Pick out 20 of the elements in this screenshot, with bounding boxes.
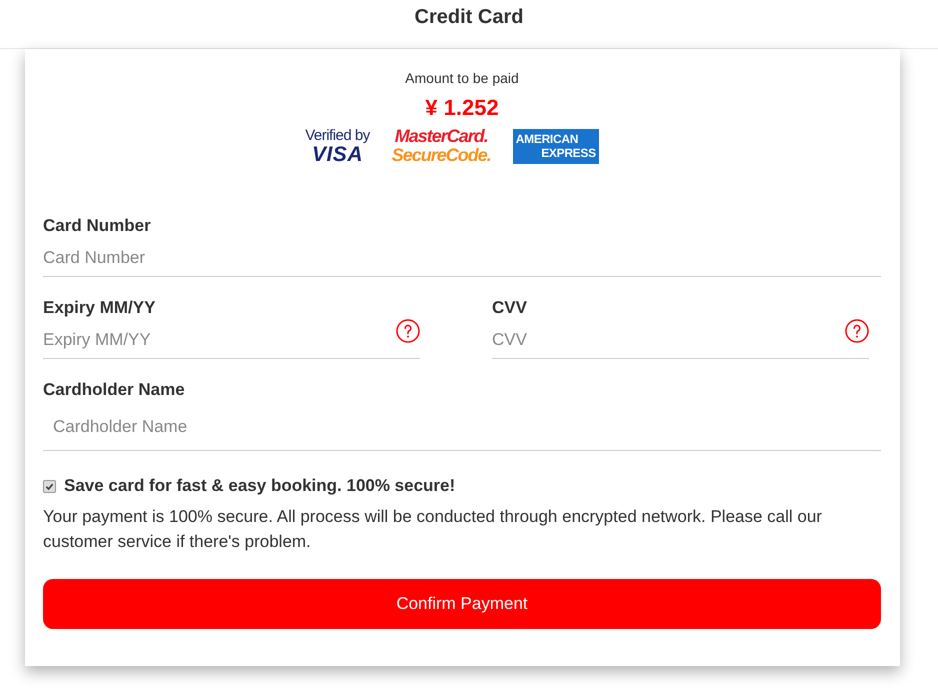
input-field[interactable]: Expiry MM/YY <box>43 321 420 359</box>
field-label: Cardholder Name <box>43 380 186 400</box>
security-notice: Your payment is 100% secure. All process will be conducted through encrypted network. Please call our customer service if there's problem. <box>43 506 823 553</box>
input-field[interactable]: CVV <box>492 321 869 359</box>
input-field[interactable]: Cardholder Name <box>43 403 881 451</box>
input-field[interactable]: Card Number <box>43 239 881 277</box>
amount-value: ¥ 1.252 <box>425 95 499 121</box>
help-icon[interactable] <box>845 319 869 343</box>
card-brand-logo: AMERICAN EXPRESS <box>512 128 599 164</box>
card-brand-logo: MasterCard. SecureCode. <box>392 127 491 165</box>
field-label: CVV <box>492 298 528 318</box>
amount-label: Amount to be paid <box>405 69 519 87</box>
confirm-button[interactable]: Confirm Payment <box>43 579 881 629</box>
field-label: Expiry MM/YY <box>43 298 156 318</box>
checkbox-label: Save card for fast & easy booking. 100% secure! <box>64 476 456 496</box>
card-brand-logo: Verified by VISA <box>305 127 370 165</box>
page-title: Credit Card <box>414 6 524 29</box>
help-icon[interactable] <box>396 319 420 343</box>
checkbox[interactable] <box>43 480 56 492</box>
field-label: Card Number <box>43 216 152 236</box>
